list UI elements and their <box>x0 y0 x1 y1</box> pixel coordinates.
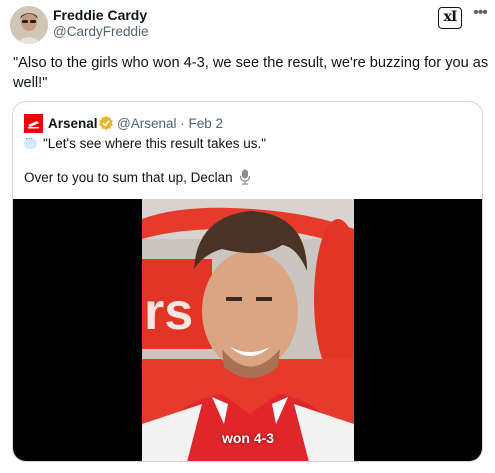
quoted-text-line-2: Over to you to sum that up, Declan <box>24 169 251 185</box>
tweet-text: "Also to the girls who won 4-3, we see t… <box>13 55 489 91</box>
tweet: Freddie Cardy @CardyFreddie xI ••• "Also… <box>0 0 495 473</box>
video-thumbnail: rs <box>142 199 354 461</box>
quoted-handle-date[interactable]: @Arsenal · Feb 2 <box>117 116 223 131</box>
more-horizontal-icon: ••• <box>473 4 488 21</box>
more-button[interactable]: ••• <box>469 4 491 24</box>
avatar[interactable] <box>10 6 48 44</box>
xi-badge[interactable]: xI <box>438 7 462 29</box>
video-caption: won 4-3 <box>221 430 275 446</box>
quoted-text-line-1: "Let's see where this result takes us." <box>24 133 267 151</box>
speech-bubble-icon <box>24 133 37 149</box>
quoted-tweet-card[interactable]: Arsenal @Arsenal · Feb 2 "Let's see wher… <box>12 101 483 462</box>
verified-badge-icon <box>99 115 113 131</box>
video-player[interactable]: rs won 4-3 <box>13 199 482 461</box>
video-frame: rs won 4-3 <box>142 199 354 461</box>
quoted-text-line-2-label: Over to you to sum that up, Declan <box>24 169 233 185</box>
author-handle[interactable]: @CardyFreddie <box>53 24 149 39</box>
arsenal-avatar[interactable] <box>24 114 43 133</box>
svg-text:rs: rs <box>144 283 193 341</box>
quoted-author-name[interactable]: Arsenal <box>48 116 98 131</box>
quoted-text-line-1-label: "Let's see where this result takes us." <box>43 136 267 151</box>
author-name[interactable]: Freddie Cardy <box>53 7 147 23</box>
microphone-icon <box>239 169 250 185</box>
